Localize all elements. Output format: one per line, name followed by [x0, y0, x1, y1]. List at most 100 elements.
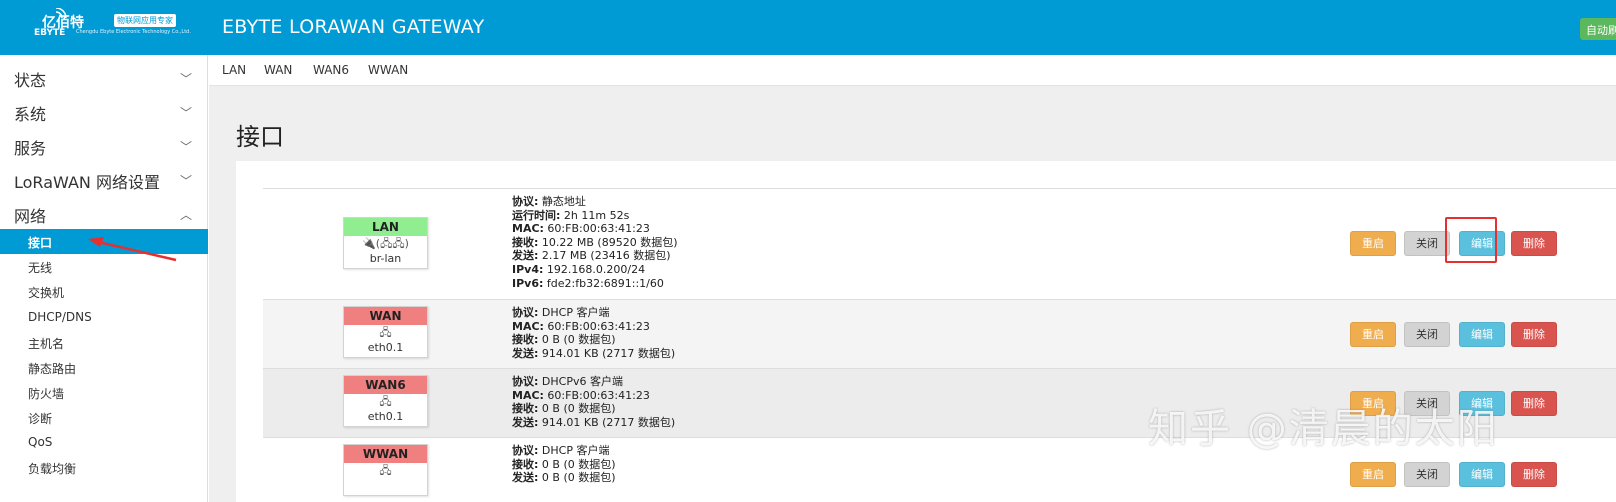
sidebar-item-label: 防火墙	[28, 387, 65, 401]
restart-button[interactable]: 重启	[1350, 462, 1396, 487]
sidebar-item-label: DHCP/DNS	[28, 310, 92, 324]
table-row: WAN 🖧 eth0.1 协议: DHCP 客户端 MAC: 60:FB:00:…	[263, 300, 1616, 369]
logo-brand-sub: EBYTE	[34, 28, 66, 38]
stop-button[interactable]: 关闭	[1404, 231, 1450, 256]
sidebar-section-system[interactable]: 系统 ﹀	[0, 95, 208, 129]
interface-badge: WWAN 🖧	[343, 444, 428, 496]
logo-tagline: 物联网应用专家	[114, 14, 176, 27]
info-line: IPv6: fde2:fb32:6891::1/60	[512, 276, 664, 290]
interface-name: LAN	[344, 218, 427, 236]
auto-refresh-button[interactable]: 自动刷新	[1580, 18, 1616, 40]
info-line: 运行时间: 2h 11m 52s	[512, 208, 630, 222]
info-line: 协议: DHCPv6 客户端	[512, 375, 623, 388]
sidebar-section-label: 服务	[14, 139, 47, 158]
sidebar-section-lorawan[interactable]: LoRaWAN 网络设置 ﹀	[0, 163, 208, 197]
sidebar-item-label: QoS	[28, 435, 53, 449]
edit-button[interactable]: 编辑	[1459, 462, 1505, 487]
sidebar-item-label: 主机名	[28, 337, 65, 351]
page-title: 接口	[236, 123, 284, 151]
watermark-text: 知乎 @清晨的太阳	[1148, 406, 1499, 452]
info-line: 接收: 0 B (0 数据包)	[512, 333, 616, 347]
info-line: 发送: 2.17 MB (23416 数据包)	[512, 249, 671, 263]
sidebar: 状态 ﹀ 系统 ﹀ 服务 ﹀ LoRaWAN 网络设置 ﹀ 网络 ︿ 接口 无线…	[0, 55, 208, 502]
info-line: 协议: 静态地址	[512, 195, 586, 208]
interface-device: br-lan	[369, 252, 402, 265]
interface-badge: LAN 🔌(🖧🖧) br-lan	[343, 217, 428, 269]
info-line: 接收: 10.22 MB (89520 数据包)	[512, 235, 678, 249]
network-port-icon: 🖧	[379, 395, 392, 408]
interface-device	[344, 479, 427, 495]
chevron-down-icon: ﹀	[180, 174, 193, 188]
sidebar-section-label: LoRaWAN 网络设置	[14, 173, 160, 192]
interface-device: eth0.1	[367, 410, 404, 423]
info-line: 协议: DHCP 客户端	[512, 306, 610, 319]
sidebar-item-label: 负载均衡	[28, 462, 77, 476]
interface-info: 协议: DHCP 客户端 MAC: 60:FB:00:63:41:23 接收: …	[512, 306, 675, 360]
delete-button[interactable]: 删除	[1511, 462, 1557, 487]
interface-info: 协议: DHCPv6 客户端 MAC: 60:FB:00:63:41:23 接收…	[512, 375, 675, 429]
sidebar-section-services[interactable]: 服务 ﹀	[0, 129, 208, 163]
sidebar-item-diagnostics[interactable]: 诊断	[0, 405, 208, 430]
app-title: EBYTE LORAWAN GATEWAY	[222, 16, 485, 38]
info-line: 接收: 0 B (0 数据包)	[512, 457, 616, 471]
sidebar-section-label: 系统	[14, 105, 47, 124]
sidebar-item-dhcp-dns[interactable]: DHCP/DNS	[0, 305, 208, 330]
stop-button[interactable]: 关闭	[1404, 462, 1450, 487]
info-line: 发送: 914.01 KB (2717 数据包)	[512, 415, 676, 429]
interface-name: WAN	[344, 307, 427, 325]
info-line: MAC: 60:FB:00:63:41:23	[512, 388, 650, 402]
interfaces-table: LAN 🔌(🖧🖧) br-lan 协议: 静态地址 运行时间: 2h 11m 5…	[263, 188, 1616, 502]
interface-device: eth0.1	[367, 341, 404, 354]
info-line: 发送: 0 B (0 数据包)	[512, 471, 616, 485]
info-line: MAC: 60:FB:00:63:41:23	[512, 319, 650, 333]
chevron-down-icon: ﹀	[180, 140, 193, 154]
info-line: IPv4: 192.168.0.200/24	[512, 262, 646, 276]
sidebar-item-static-routes[interactable]: 静态路由	[0, 355, 208, 380]
delete-button[interactable]: 删除	[1511, 231, 1557, 256]
network-port-icon: 🔌(🖧🖧)	[362, 237, 409, 250]
tab-wwan[interactable]: WWAN	[368, 63, 408, 77]
sidebar-section-network[interactable]: 网络 ︿	[0, 197, 208, 231]
sidebar-section-label: 状态	[14, 71, 47, 90]
edit-button[interactable]: 编辑	[1459, 322, 1505, 347]
sidebar-item-label: 诊断	[28, 412, 53, 426]
network-port-icon: 🖧	[379, 326, 392, 339]
info-line: 接收: 0 B (0 数据包)	[512, 402, 616, 416]
info-line: 协议: DHCP 客户端	[512, 444, 610, 457]
tab-wan6[interactable]: WAN6	[313, 63, 349, 77]
sidebar-item-load-balancing[interactable]: 负载均衡	[0, 455, 208, 480]
sidebar-item-firewall[interactable]: 防火墙	[0, 380, 208, 405]
restart-button[interactable]: 重启	[1350, 231, 1396, 256]
sidebar-item-label: 接口	[28, 236, 53, 250]
stop-button[interactable]: 关闭	[1404, 322, 1450, 347]
sidebar-item-switch[interactable]: 交换机	[0, 279, 208, 304]
interface-info: 协议: 静态地址 运行时间: 2h 11m 52s MAC: 60:FB:00:…	[512, 195, 678, 290]
chevron-up-icon: ︿	[180, 208, 193, 222]
highlight-box	[1445, 217, 1497, 263]
chevron-down-icon: ﹀	[180, 106, 193, 120]
table-row: LAN 🔌(🖧🖧) br-lan 协议: 静态地址 运行时间: 2h 11m 5…	[263, 189, 1616, 300]
interface-tabbar: LAN WAN WAN6 WWAN	[209, 55, 1616, 86]
red-arrow-icon	[88, 237, 177, 262]
sidebar-item-label: 无线	[28, 261, 53, 275]
info-line: MAC: 60:FB:00:63:41:23	[512, 222, 650, 236]
restart-button[interactable]: 重启	[1350, 322, 1396, 347]
interface-name: WAN6	[344, 376, 427, 394]
sidebar-section-label: 网络	[14, 207, 47, 226]
interface-name: WWAN	[344, 445, 427, 463]
chevron-down-icon: ﹀	[180, 72, 193, 86]
sidebar-item-hostnames[interactable]: 主机名	[0, 330, 208, 355]
network-port-icon: 🖧	[379, 464, 392, 477]
logo-company: Chengdu Ebyte Electronic Technology Co.,…	[76, 29, 191, 35]
interface-badge: WAN6 🖧 eth0.1	[343, 375, 428, 427]
interface-badge: WAN 🖧 eth0.1	[343, 306, 428, 358]
sidebar-item-label: 交换机	[28, 286, 65, 300]
tab-wan[interactable]: WAN	[264, 63, 292, 77]
sidebar-section-status[interactable]: 状态 ﹀	[0, 61, 208, 95]
delete-button[interactable]: 删除	[1511, 322, 1557, 347]
tab-lan[interactable]: LAN	[222, 63, 246, 77]
sidebar-item-qos[interactable]: QoS	[0, 430, 208, 455]
interface-info: 协议: DHCP 客户端 接收: 0 B (0 数据包) 发送: 0 B (0 …	[512, 444, 616, 485]
delete-button[interactable]: 删除	[1511, 391, 1557, 416]
info-line: 发送: 914.01 KB (2717 数据包)	[512, 346, 676, 360]
